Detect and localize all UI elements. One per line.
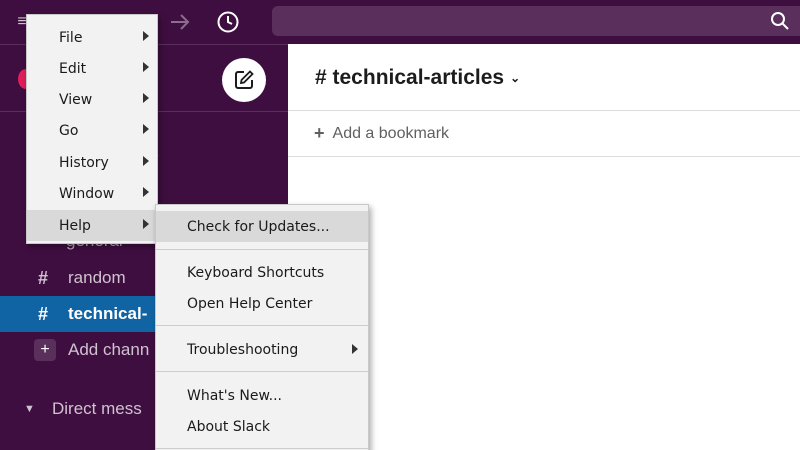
chevron-right-icon xyxy=(143,156,149,166)
help-submenu: Check for Updates... Keyboard Shortcuts … xyxy=(155,204,369,450)
caret-down-icon: ▼ xyxy=(24,403,35,415)
bookmark-divider xyxy=(288,156,800,157)
menu-item-view[interactable]: View xyxy=(27,84,157,115)
chevron-right-icon xyxy=(143,31,149,41)
chevron-right-icon xyxy=(143,219,149,229)
menu-item-edit[interactable]: Edit xyxy=(27,53,157,84)
compose-button[interactable] xyxy=(222,58,266,102)
hash-icon: # xyxy=(38,267,49,288)
add-bookmark-button[interactable]: + Add a bookmark xyxy=(314,123,449,144)
menu-item-whats-new[interactable]: What's New... xyxy=(156,380,368,411)
menu-separator xyxy=(156,448,368,449)
hash-icon: # xyxy=(38,303,49,324)
chevron-right-icon xyxy=(143,187,149,197)
chevron-right-icon xyxy=(143,62,149,72)
channel-name: technical- xyxy=(68,304,148,323)
menu-item-check-for-updates[interactable]: Check for Updates... xyxy=(156,211,368,242)
clock-icon[interactable] xyxy=(214,8,242,36)
header-divider xyxy=(288,110,800,111)
direct-messages-label: Direct mess xyxy=(52,399,142,418)
menu-item-troubleshooting[interactable]: Troubleshooting xyxy=(156,334,368,365)
menu-item-file[interactable]: File xyxy=(27,22,157,53)
menu-item-window[interactable]: Window xyxy=(27,178,157,209)
search-icon[interactable] xyxy=(770,11,790,31)
plus-icon: + xyxy=(314,123,325,143)
add-bookmark-label: Add a bookmark xyxy=(332,124,450,142)
chevron-right-icon xyxy=(143,93,149,103)
channel-title-button[interactable]: # technical-articles ⌄ xyxy=(315,66,520,90)
channel-title: # technical-articles xyxy=(315,66,505,89)
menu-separator xyxy=(156,371,368,372)
menu-item-keyboard-shortcuts[interactable]: Keyboard Shortcuts xyxy=(156,257,368,288)
arrow-right-icon[interactable] xyxy=(166,8,194,36)
chevron-down-icon: ⌄ xyxy=(510,71,521,85)
menu-item-help[interactable]: Help xyxy=(27,210,157,241)
add-channel-label: Add chann xyxy=(68,340,150,359)
menu-item-go[interactable]: Go xyxy=(27,115,157,146)
chevron-right-icon xyxy=(352,344,358,354)
compose-icon xyxy=(235,70,254,89)
search-bar[interactable] xyxy=(272,6,800,36)
menu-item-history[interactable]: History xyxy=(27,147,157,178)
channel-name: random xyxy=(68,268,126,287)
plus-icon: + xyxy=(34,339,56,361)
menu-item-about-slack[interactable]: About Slack xyxy=(156,411,368,442)
menu-item-open-help-center[interactable]: Open Help Center xyxy=(156,288,368,319)
menu-separator xyxy=(156,325,368,326)
menu-separator xyxy=(156,249,368,250)
app-menu: File Edit View Go History Window Help xyxy=(26,14,158,244)
chevron-right-icon xyxy=(143,124,149,134)
